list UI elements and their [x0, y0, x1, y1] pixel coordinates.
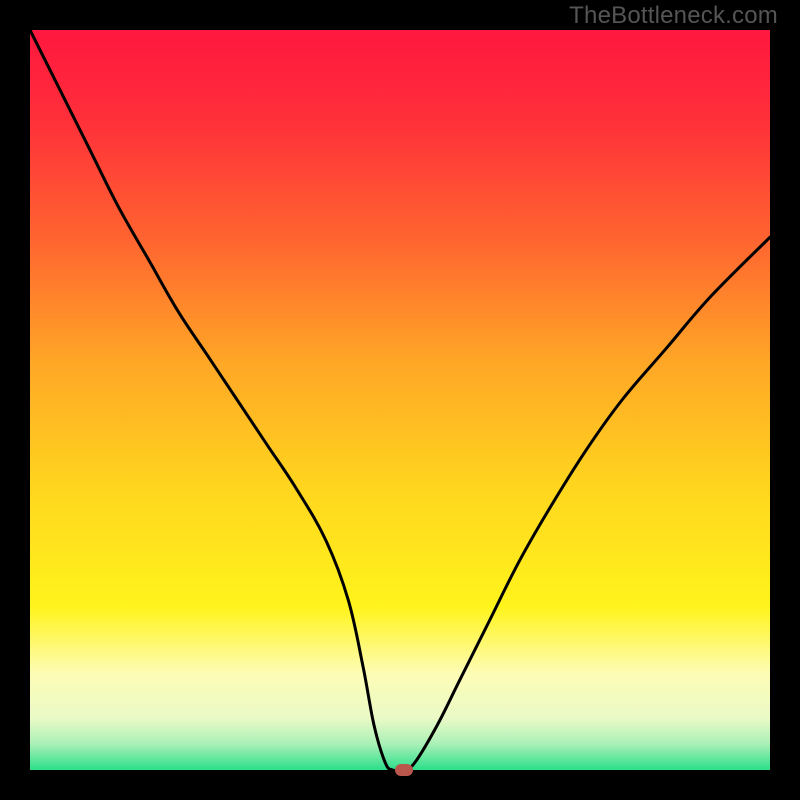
- chart-frame: TheBottleneck.com: [0, 0, 800, 800]
- bottleneck-chart: [30, 30, 770, 770]
- optimal-point-marker: [395, 764, 413, 776]
- gradient-background: [30, 30, 770, 770]
- watermark-text: TheBottleneck.com: [569, 2, 778, 30]
